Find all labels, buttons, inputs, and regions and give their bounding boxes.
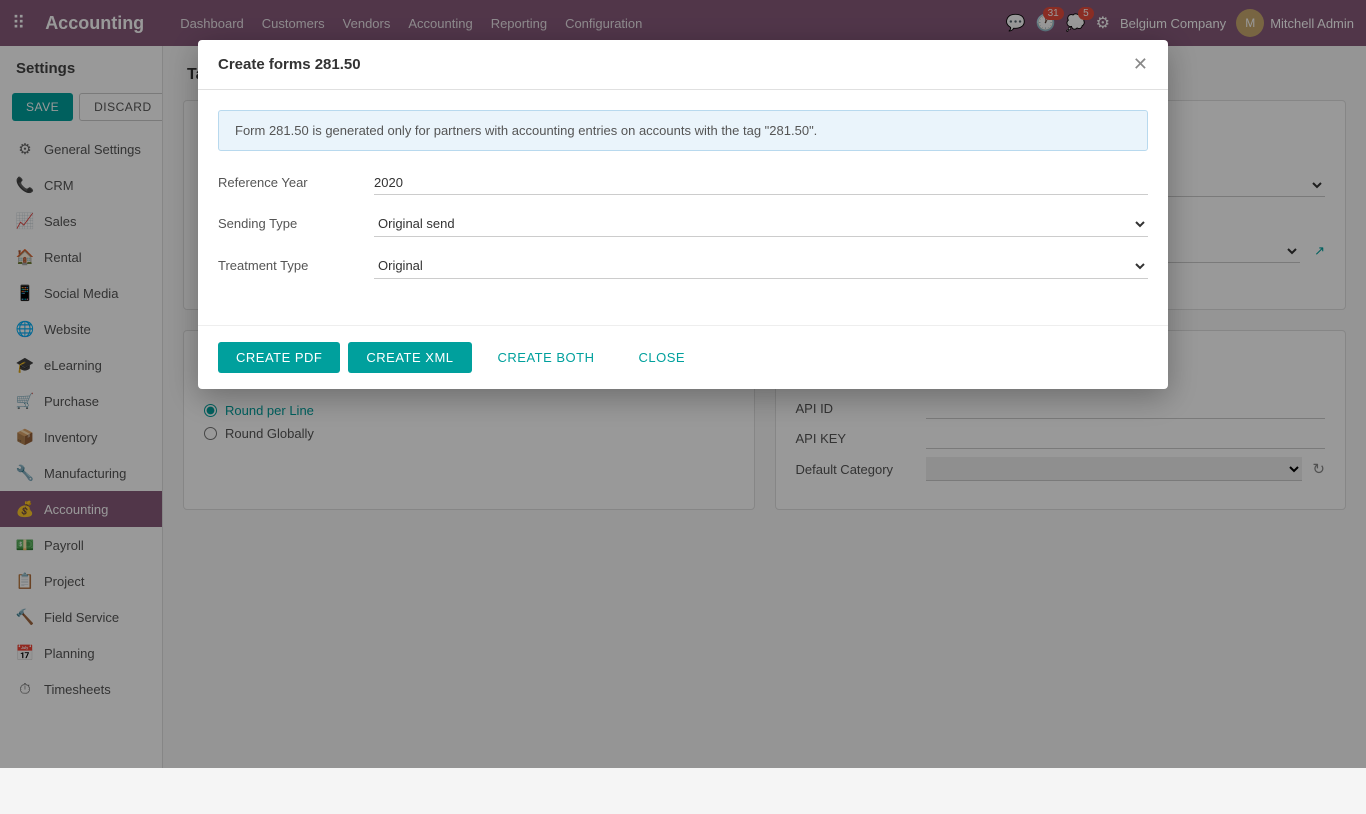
create-forms-dialog: Create forms 281.50 ✕ Form 281.50 is gen… [198,40,1168,389]
sending-type-label: Sending Type [218,216,358,231]
treatment-type-label: Treatment Type [218,258,358,273]
reference-year-label: Reference Year [218,175,358,190]
dialog-footer: CREATE PDF CREATE XML CREATE BOTH CLOSE [198,325,1168,389]
dialog-info-text: Form 281.50 is generated only for partne… [218,110,1148,151]
treatment-type-row: Treatment Type Original Correction [218,253,1148,279]
dialog-title: Create forms 281.50 [218,56,361,73]
treatment-type-select[interactable]: Original Correction [374,253,1148,279]
dialog-header: Create forms 281.50 ✕ [198,40,1168,90]
reference-year-row: Reference Year [218,171,1148,195]
reference-year-input[interactable] [374,171,1148,195]
sending-type-select[interactable]: Original send Test [374,211,1148,237]
dialog-close-button[interactable]: ✕ [1133,54,1148,75]
create-pdf-button[interactable]: CREATE PDF [218,342,340,373]
create-both-button[interactable]: CREATE BOTH [480,342,613,373]
dialog-overlay: Create forms 281.50 ✕ Form 281.50 is gen… [0,0,1366,768]
create-xml-button[interactable]: CREATE XML [348,342,471,373]
sending-type-row: Sending Type Original send Test [218,211,1148,237]
close-button[interactable]: CLOSE [621,342,704,373]
dialog-body: Form 281.50 is generated only for partne… [198,90,1168,315]
